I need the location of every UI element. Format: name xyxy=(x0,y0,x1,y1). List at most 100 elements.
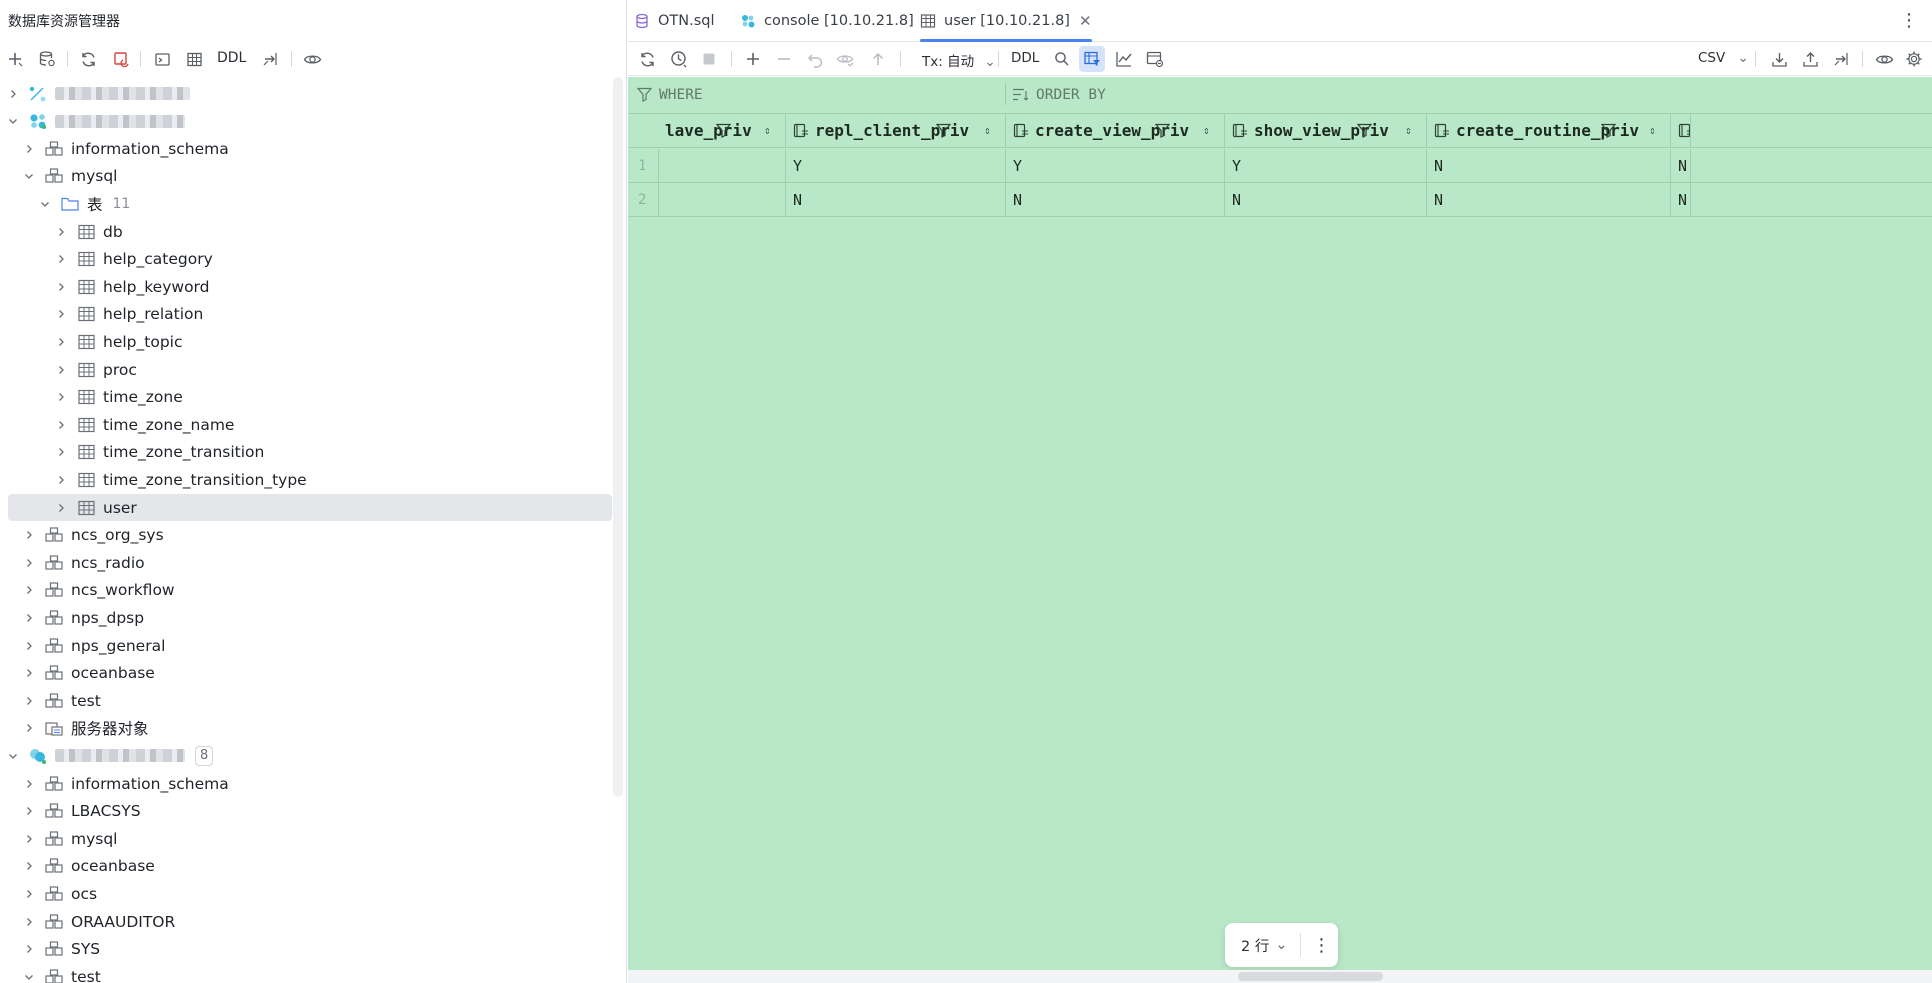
chevron-right-icon[interactable] xyxy=(24,917,38,927)
chevron-right-icon[interactable] xyxy=(56,503,70,513)
chevron-right-icon[interactable] xyxy=(24,723,38,733)
more-vertical-icon[interactable]: ⋮ xyxy=(1313,935,1331,956)
table-cell[interactable]: N xyxy=(1006,183,1225,216)
chevron-right-icon[interactable] xyxy=(56,282,70,292)
tree-item-schema[interactable]: test xyxy=(8,687,612,714)
column-filter-icon[interactable] xyxy=(716,123,731,138)
column-filter-icon[interactable] xyxy=(936,123,951,138)
sort-icon[interactable]: ⇕ xyxy=(984,124,991,137)
table-cell[interactable]: N xyxy=(1427,149,1671,182)
tree-item-schema[interactable]: SYS xyxy=(8,936,612,963)
chevron-right-icon[interactable] xyxy=(24,806,38,816)
upload-icon[interactable] xyxy=(1797,46,1823,72)
column-filter-icon[interactable] xyxy=(1601,123,1616,138)
chevron-right-icon[interactable] xyxy=(24,944,38,954)
chevron-right-icon[interactable] xyxy=(24,668,38,678)
sort-icon[interactable]: ⇕ xyxy=(1203,124,1210,137)
table-cell[interactable]: Y xyxy=(1006,149,1225,182)
tree-item-folder[interactable]: 表 11 xyxy=(8,190,612,217)
tab-user-table[interactable]: user [10.10.21.8] ✕ xyxy=(920,0,1092,42)
table-cell[interactable]: N xyxy=(1671,183,1691,216)
tree-item-table[interactable]: help_relation xyxy=(8,301,612,328)
more-vertical-icon[interactable]: ⋮ xyxy=(1900,10,1918,31)
table-cell[interactable]: Y xyxy=(786,149,1006,182)
chevron-right-icon[interactable] xyxy=(56,447,70,457)
tree-item-conn1[interactable] xyxy=(8,80,612,107)
chevron-down-icon[interactable] xyxy=(24,171,38,181)
chevron-right-icon[interactable] xyxy=(24,613,38,623)
table-cell[interactable]: N xyxy=(1427,183,1671,216)
chevron-right-icon[interactable] xyxy=(24,889,38,899)
refresh-icon[interactable] xyxy=(75,45,101,73)
tab-otn-sql[interactable]: OTN.sql xyxy=(634,0,715,42)
chevron-right-icon[interactable] xyxy=(8,89,22,99)
tree-item-table[interactable]: help_topic xyxy=(8,328,612,355)
tree-item-schema[interactable]: ocs xyxy=(8,880,612,907)
column-header[interactable] xyxy=(1671,114,1691,147)
chevron-right-icon[interactable] xyxy=(24,530,38,540)
search-icon[interactable] xyxy=(1049,46,1075,72)
tree-item-server[interactable]: 服务器对象 xyxy=(8,715,612,742)
chevron-right-icon[interactable] xyxy=(56,254,70,264)
table-row[interactable]: 2NNNNN xyxy=(628,183,1932,217)
download-icon[interactable] xyxy=(1766,46,1792,72)
table-cell[interactable]: N xyxy=(786,183,1006,216)
tree-item-schema[interactable]: mysql xyxy=(8,163,612,190)
tree-item-schema[interactable]: information_schema xyxy=(8,135,612,162)
tab-console[interactable]: console [10.10.21.8] xyxy=(740,0,914,42)
tree-item-table[interactable]: time_zone xyxy=(8,384,612,411)
console-icon[interactable] xyxy=(149,45,175,73)
tree-item-schema[interactable]: mysql xyxy=(8,825,612,852)
record-view-icon[interactable] xyxy=(1142,46,1168,72)
tree-item-schema[interactable]: information_schema xyxy=(8,770,612,797)
chart-icon[interactable] xyxy=(1111,46,1137,72)
disconnect-icon[interactable] xyxy=(108,45,134,73)
chevron-right-icon[interactable] xyxy=(24,834,38,844)
ddl-button[interactable]: DDL xyxy=(1011,50,1039,66)
tree-item-schema[interactable]: oceanbase xyxy=(8,660,612,687)
column-header[interactable]: create_routine_priv ⇕ xyxy=(1427,114,1671,147)
table-view-icon[interactable] xyxy=(181,45,207,73)
tree-item-schema[interactable]: ncs_workflow xyxy=(8,577,612,604)
filter-view-icon[interactable] xyxy=(1079,46,1105,72)
where-filter-input[interactable]: WHERE xyxy=(637,77,997,112)
transaction-mode-dropdown[interactable]: Tx: 自动 ⌄ xyxy=(922,50,996,70)
column-header[interactable]: show_view_priv ⇕ xyxy=(1225,114,1427,147)
chevron-right-icon[interactable] xyxy=(24,861,38,871)
tree-item-conn3[interactable]: 8 xyxy=(8,742,612,769)
column-filter-icon[interactable] xyxy=(1155,123,1170,138)
data-source-icon[interactable] xyxy=(34,45,60,73)
tree-item-table[interactable]: help_category xyxy=(8,246,612,273)
chevron-right-icon[interactable] xyxy=(24,779,38,789)
chevron-down-icon[interactable] xyxy=(24,972,38,982)
row-count-dropdown[interactable]: 2 行 ⌄ xyxy=(1241,935,1288,956)
column-header[interactable]: lave_priv ⇕ xyxy=(659,114,786,147)
column-header[interactable]: create_view_priv ⇕ xyxy=(1006,114,1225,147)
chevron-right-icon[interactable] xyxy=(24,696,38,706)
tree-item-table[interactable]: proc xyxy=(8,356,612,383)
preview-changes-icon[interactable] xyxy=(832,46,858,72)
submit-up-arrow-icon[interactable] xyxy=(865,46,891,72)
chevron-right-icon[interactable] xyxy=(24,144,38,154)
settings-gear-icon[interactable] xyxy=(1901,46,1927,72)
chevron-down-icon[interactable] xyxy=(40,199,54,209)
table-row[interactable]: 1YYYNN xyxy=(628,149,1932,183)
close-tab-icon[interactable]: ✕ xyxy=(1079,12,1092,30)
tree-item-table[interactable]: time_zone_name xyxy=(8,411,612,438)
tree-item-schema[interactable]: ncs_radio xyxy=(8,549,612,576)
tree-item-table[interactable]: db xyxy=(8,218,612,245)
chevron-right-icon[interactable] xyxy=(56,365,70,375)
tree-scrollbar[interactable] xyxy=(613,77,623,797)
tree-item-conn2[interactable] xyxy=(8,108,612,135)
tree-item-schema[interactable]: LBACSYS xyxy=(8,798,612,825)
stop-icon[interactable] xyxy=(696,46,722,72)
table-cell[interactable] xyxy=(659,149,786,182)
view-options-eye-icon[interactable] xyxy=(299,45,325,73)
view-eye-icon[interactable] xyxy=(1871,46,1897,72)
tree-item-schema[interactable]: test xyxy=(8,963,612,983)
chevron-right-icon[interactable] xyxy=(56,337,70,347)
tree-item-schema[interactable]: ncs_org_sys xyxy=(8,522,612,549)
chevron-right-icon[interactable] xyxy=(56,475,70,485)
tree-item-table[interactable]: help_keyword xyxy=(8,273,612,300)
scrollbar-thumb[interactable] xyxy=(1238,972,1383,981)
